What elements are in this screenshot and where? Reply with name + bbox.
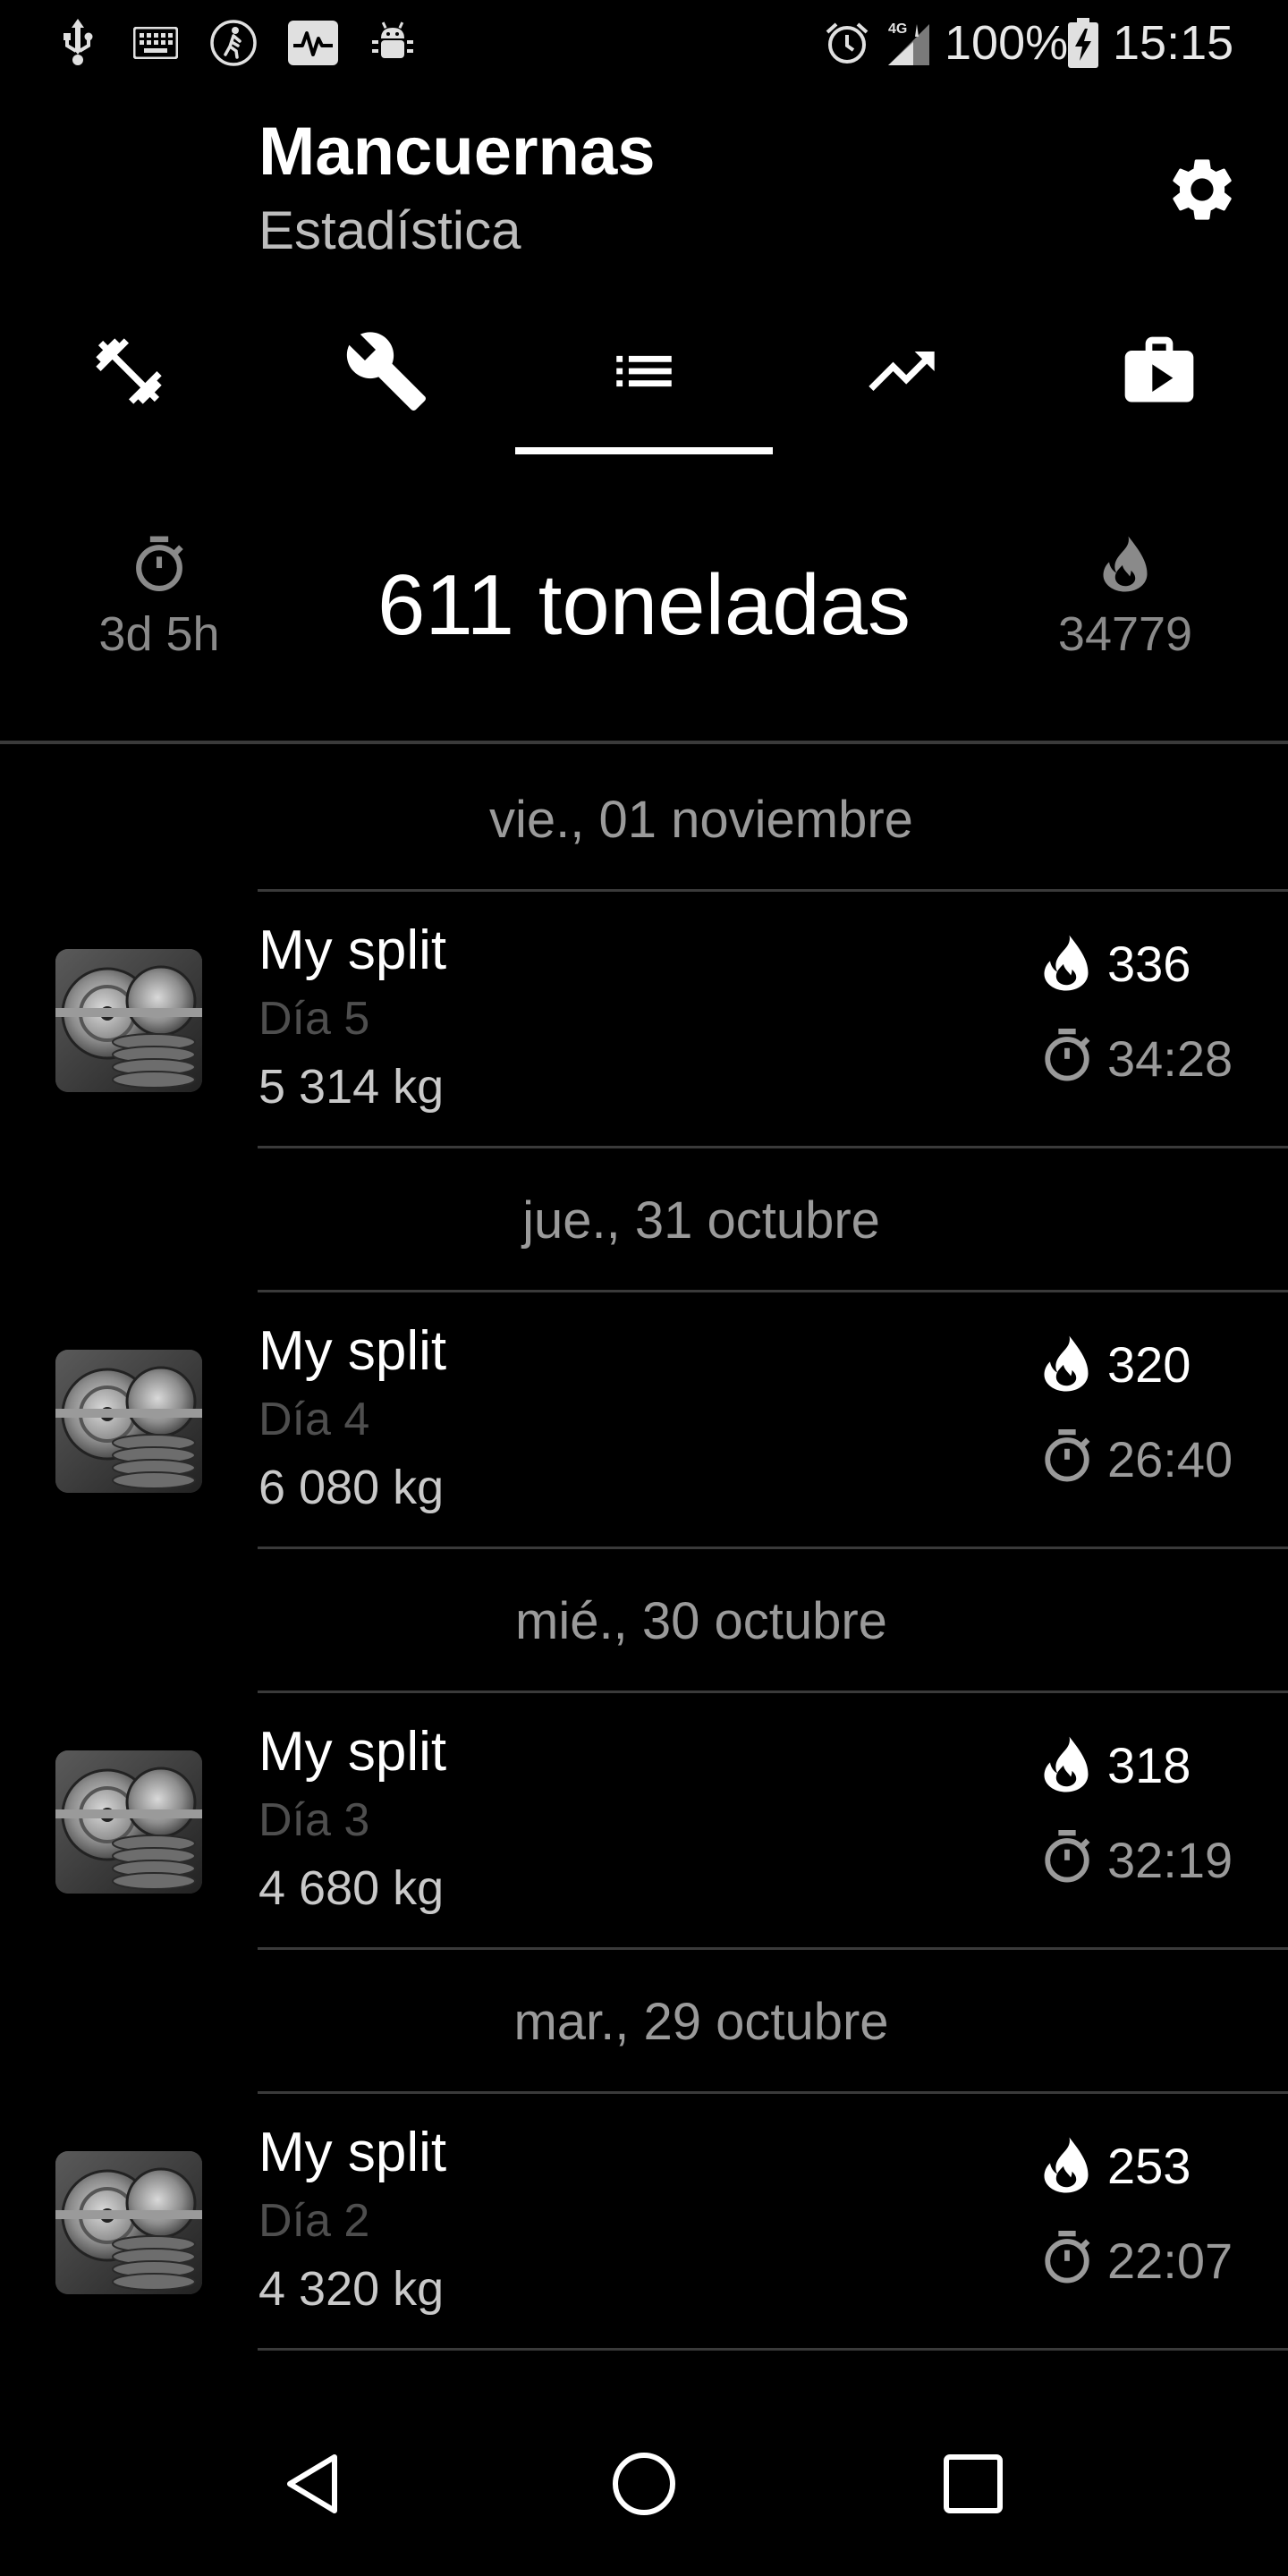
back-triangle-icon xyxy=(287,2454,337,2513)
workout-thumbnail xyxy=(55,2151,202,2294)
tab-progress[interactable] xyxy=(773,304,1030,438)
date-header: jue., 31 octubre xyxy=(522,1191,880,1250)
tab-routines[interactable] xyxy=(1030,304,1288,438)
stopwatch-icon xyxy=(1041,1427,1093,1486)
row-divider xyxy=(258,2348,1288,2351)
total-calories: 34779 xyxy=(1009,528,1241,665)
screen-subtitle: Estadística xyxy=(258,200,521,260)
nav-home-button[interactable] xyxy=(590,2435,698,2533)
row-divider xyxy=(258,1146,1288,1148)
activity-icon xyxy=(286,18,340,68)
tab-workout[interactable] xyxy=(0,304,258,438)
signal-icon: 4G xyxy=(882,18,936,68)
android-debug-icon xyxy=(367,18,419,68)
app-title: Mancuernas xyxy=(258,114,656,190)
workout-day: Día 3 xyxy=(258,1794,370,1846)
workout-name: My split xyxy=(258,1320,447,1382)
workout-calories: 336 xyxy=(1107,936,1191,992)
workout-row[interactable]: My split Día 5 5 314 kg 336 34:28 xyxy=(0,892,1288,1146)
flame-icon xyxy=(1103,536,1148,592)
total-volume: 611 toneladas xyxy=(377,557,911,653)
clock: 15:15 xyxy=(1113,16,1234,70)
date-header: mar., 29 octubre xyxy=(513,1992,889,2051)
workout-day: Día 5 xyxy=(258,993,370,1045)
workout-thumbnail xyxy=(55,949,202,1092)
flame-icon xyxy=(1041,1734,1091,1795)
row-divider xyxy=(258,1546,1288,1549)
workout-thumbnail xyxy=(55,1750,202,1894)
workout-weight: 4 320 kg xyxy=(258,2262,445,2316)
date-header: mié., 30 octubre xyxy=(515,1591,887,1650)
workout-weight: 5 314 kg xyxy=(258,1060,445,1114)
wrench-icon xyxy=(346,332,426,411)
list-icon xyxy=(616,355,672,387)
workout-row[interactable]: My split Día 2 4 320 kg 253 22:07 xyxy=(0,2094,1288,2348)
workout-thumbnail xyxy=(55,1350,202,1493)
flame-icon xyxy=(1041,1334,1091,1394)
network-type: 4G xyxy=(888,21,907,37)
usb-icon xyxy=(55,18,100,68)
flame-icon xyxy=(1041,933,1091,994)
gear-icon xyxy=(1173,159,1232,220)
workout-duration: 34:28 xyxy=(1107,1030,1233,1087)
settings-button[interactable] xyxy=(1159,147,1245,233)
row-divider xyxy=(258,1947,1288,1950)
workout-row[interactable]: My split Día 3 4 680 kg 318 32:19 xyxy=(0,1693,1288,1947)
battery-charging-icon xyxy=(1064,18,1102,68)
workout-weight: 6 080 kg xyxy=(258,1461,445,1514)
workout-day: Día 4 xyxy=(258,1394,370,1445)
workout-duration: 22:07 xyxy=(1107,2233,1233,2289)
nav-back-button[interactable] xyxy=(259,2435,367,2533)
summary-divider xyxy=(0,741,1288,744)
stopwatch-icon xyxy=(1041,2228,1093,2287)
workout-name: My split xyxy=(258,919,447,981)
workout-weight: 4 680 kg xyxy=(258,1861,445,1915)
workout-duration: 26:40 xyxy=(1107,1431,1233,1487)
total-calories-value: 34779 xyxy=(1057,607,1193,661)
dumbbell-icon xyxy=(96,338,162,404)
stopwatch-icon xyxy=(1041,1026,1093,1085)
workout-calories: 253 xyxy=(1107,2138,1191,2194)
walking-icon xyxy=(208,18,259,68)
total-duration: 3d 5h xyxy=(43,528,275,665)
workout-calories: 318 xyxy=(1107,1737,1191,1793)
recents-square-icon xyxy=(944,2454,1003,2513)
tab-history[interactable] xyxy=(515,304,773,438)
trending-up-icon xyxy=(869,352,935,391)
tab-selected-indicator xyxy=(515,447,773,454)
tab-tools[interactable] xyxy=(258,304,515,438)
workout-name: My split xyxy=(258,1721,447,1783)
workout-row[interactable]: My split Día 4 6 080 kg 320 26:40 xyxy=(0,1292,1288,1546)
workout-calories: 320 xyxy=(1107,1336,1191,1393)
home-circle-icon xyxy=(613,2453,675,2515)
alarm-icon xyxy=(821,18,873,68)
battery-percent: 100% xyxy=(945,16,1069,70)
status-bar: 4G 100% 15:15 xyxy=(0,0,1288,86)
nav-recents-button[interactable] xyxy=(919,2435,1027,2533)
stopwatch-icon xyxy=(136,536,183,591)
flame-icon xyxy=(1041,2135,1091,2196)
workout-day: Día 2 xyxy=(258,2195,370,2247)
stopwatch-icon xyxy=(1041,1827,1093,1886)
keyboard-icon xyxy=(131,18,181,68)
briefcase-play-icon xyxy=(1124,336,1194,402)
total-duration-value: 3d 5h xyxy=(98,607,220,661)
workout-name: My split xyxy=(258,2122,447,2183)
workout-duration: 32:19 xyxy=(1107,1832,1233,1888)
date-header: vie., 01 noviembre xyxy=(489,790,913,849)
